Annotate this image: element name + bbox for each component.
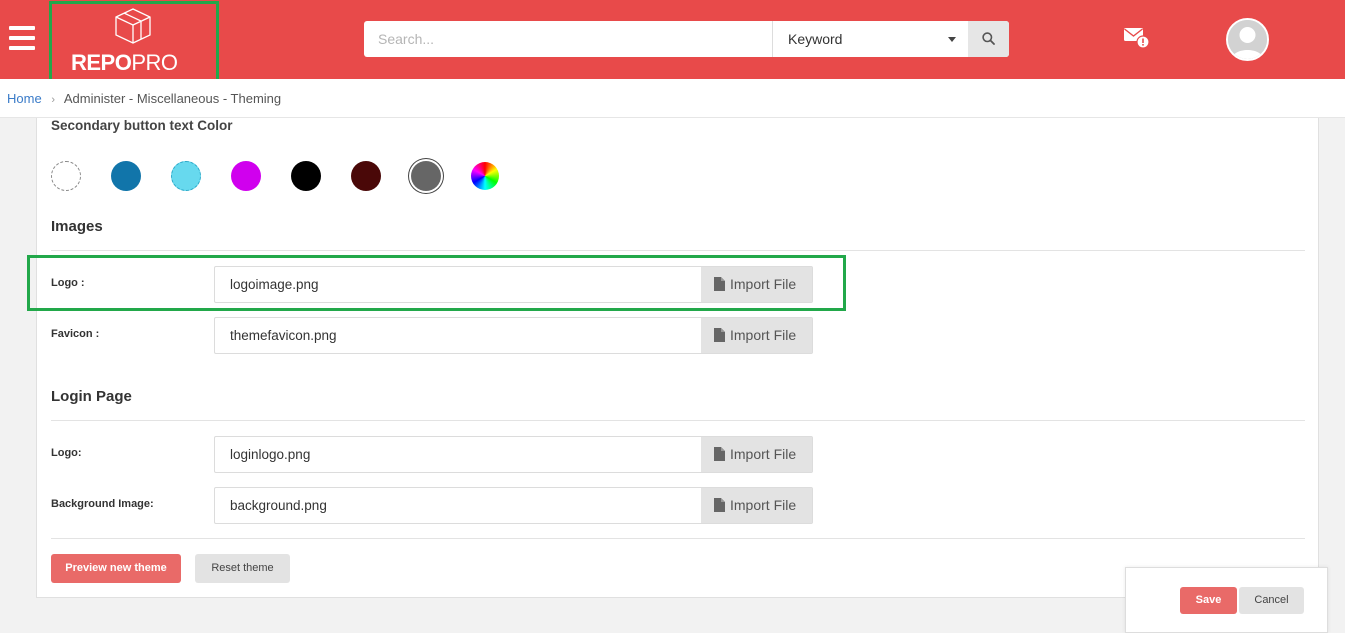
divider	[51, 420, 1305, 421]
user-icon	[1228, 20, 1267, 59]
search-scope-dropdown[interactable]: Keyword	[772, 21, 968, 57]
cancel-button[interactable]: Cancel	[1239, 587, 1304, 614]
images-heading: Images	[51, 218, 103, 235]
login-logo-file-field: loginlogo.png Import File	[214, 436, 813, 473]
login-page-heading: Login Page	[51, 388, 132, 405]
secondary-button-text-color-label: Secondary button text Color	[51, 118, 233, 133]
breadcrumb-path: Administer - Miscellaneous - Theming	[63, 91, 282, 106]
breadcrumb: Home › Administer - Miscellaneous - Them…	[0, 79, 1345, 118]
search-bar: Keyword	[364, 21, 1009, 57]
background-image-label: Background Image:	[51, 498, 154, 510]
file-icon	[714, 447, 725, 461]
favicon-import-button[interactable]: Import File	[701, 318, 812, 353]
color-swatch-maroon[interactable]	[351, 161, 381, 191]
chevron-right-icon: ›	[51, 94, 55, 106]
menu-icon[interactable]	[9, 26, 35, 52]
breadcrumb-home-link[interactable]: Home	[7, 91, 42, 106]
top-navbar: REPOPRO Keyword	[0, 0, 1345, 84]
user-avatar[interactable]	[1226, 18, 1269, 61]
favicon-file-name: themefavicon.png	[230, 328, 337, 343]
color-swatch-gray-selected[interactable]	[411, 161, 441, 191]
theming-panel: Secondary button text Color Images Logo …	[36, 118, 1319, 598]
logo-row-highlight	[27, 255, 846, 311]
color-wheel-icon[interactable]	[471, 162, 499, 190]
notification-icon[interactable]	[1123, 26, 1151, 55]
favicon-file-field: themefavicon.png Import File	[214, 317, 813, 354]
color-swatch-blue[interactable]	[111, 161, 141, 191]
search-scope-value: Keyword	[788, 31, 843, 47]
background-file-name: background.png	[230, 498, 327, 513]
login-logo-label: Logo:	[51, 447, 82, 459]
login-logo-import-button[interactable]: Import File	[701, 437, 812, 472]
logo-text: REPOPRO	[71, 50, 178, 75]
login-logo-file-name: loginlogo.png	[230, 447, 311, 462]
color-swatch-cyan[interactable]	[171, 161, 201, 191]
save-button[interactable]: Save	[1180, 587, 1237, 614]
cube-logo-icon	[115, 8, 151, 44]
color-swatch-black[interactable]	[291, 161, 321, 191]
search-input[interactable]	[364, 21, 772, 57]
favicon-label: Favicon :	[51, 328, 100, 340]
background-import-button[interactable]: Import File	[701, 488, 812, 523]
reset-theme-button[interactable]: Reset theme	[195, 554, 290, 583]
background-image-file-field: background.png Import File	[214, 487, 813, 524]
chevron-down-icon	[948, 37, 956, 42]
file-icon	[714, 498, 725, 512]
color-swatch-white[interactable]	[51, 161, 81, 191]
divider	[51, 250, 1305, 251]
divider	[51, 538, 1305, 539]
save-actions-card: Save Cancel	[1125, 567, 1328, 633]
app-logo[interactable]: REPOPRO	[49, 1, 219, 84]
preview-theme-button[interactable]: Preview new theme	[51, 554, 181, 583]
file-icon	[714, 328, 725, 342]
search-button[interactable]	[968, 21, 1009, 57]
color-swatch-magenta[interactable]	[231, 161, 261, 191]
search-icon	[982, 32, 995, 45]
